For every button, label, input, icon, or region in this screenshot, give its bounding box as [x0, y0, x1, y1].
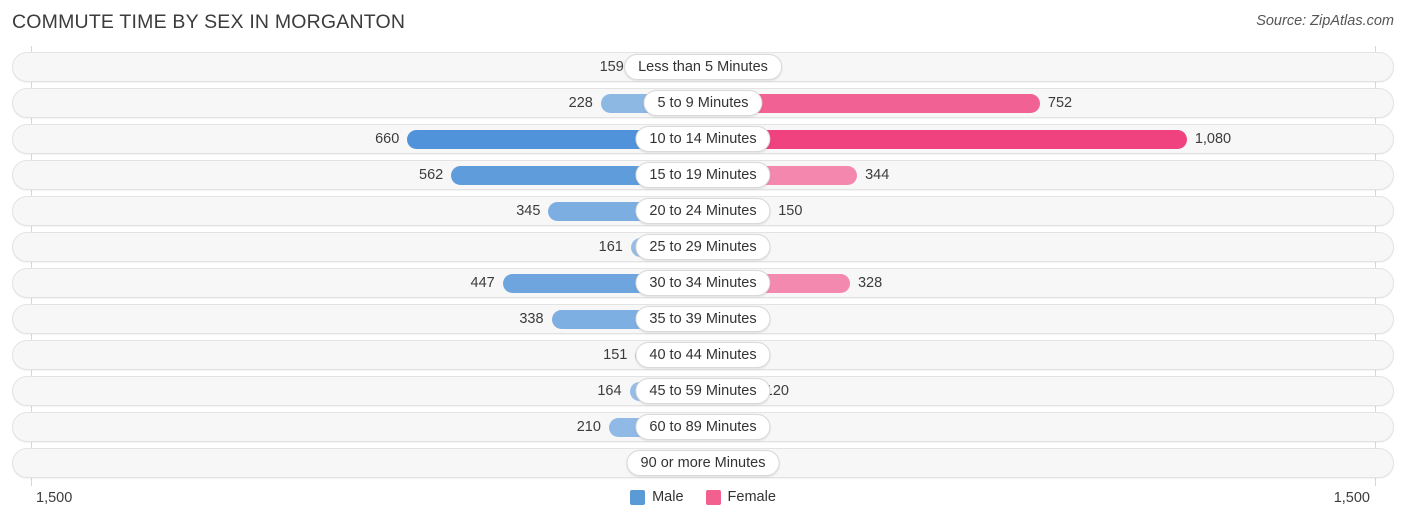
chart-legend: Male Female — [0, 489, 1406, 505]
table-row[interactable]: 345 150 20 to 24 Minutes — [12, 196, 1394, 226]
bar-value-male: 228 — [568, 95, 593, 111]
table-row[interactable]: 3387035 to 39 Minutes — [12, 304, 1394, 334]
category-label[interactable]: 25 to 29 Minutes — [635, 234, 771, 260]
bar-value-male: 159 — [599, 59, 624, 75]
source-attribution: Source: ZipAtlas.com — [1256, 13, 1394, 29]
bar-value-female: 120 — [764, 383, 789, 399]
table-row[interactable]: 660 1,080 10 to 14 Minutes — [12, 124, 1394, 154]
legend-item-male[interactable]: Male — [630, 489, 684, 505]
legend-label-female: Female — [727, 489, 776, 505]
bar-value-male: 338 — [519, 311, 544, 327]
table-row[interactable]: 164 120 45 to 59 Minutes — [12, 376, 1394, 406]
bar-value-female: 150 — [778, 203, 803, 219]
bar-female[interactable] — [703, 130, 1187, 149]
legend-swatch-male-icon — [630, 489, 646, 505]
bar-value-female: 1,080 — [1194, 131, 1232, 147]
chart-page: COMMUTE TIME BY SEX IN MORGANTON Source:… — [0, 0, 1406, 523]
category-label[interactable]: 5 to 9 Minutes — [643, 90, 763, 116]
category-label[interactable]: 40 to 44 Minutes — [635, 342, 771, 368]
bar-value-male: 660 — [375, 131, 400, 147]
category-label[interactable]: 90 or more Minutes — [626, 450, 780, 476]
category-label[interactable]: 15 to 19 Minutes — [635, 162, 771, 188]
category-label[interactable]: 35 to 39 Minutes — [635, 306, 771, 332]
bar-value-male: 151 — [603, 347, 628, 363]
table-row[interactable]: 2108260 to 89 Minutes — [12, 412, 1394, 442]
chart-footer: 1,500 1,500 Male Female — [0, 486, 1406, 523]
bar-value-male: 210 — [576, 419, 601, 435]
bar-value-male: 562 — [419, 167, 444, 183]
bar-value-male: 164 — [597, 383, 622, 399]
bar-value-male: 345 — [516, 203, 541, 219]
bar-value-female: 344 — [865, 167, 890, 183]
table-row[interactable]: 1515840 to 44 Minutes — [12, 340, 1394, 370]
category-label[interactable]: 20 to 24 Minutes — [635, 198, 771, 224]
category-label[interactable]: Less than 5 Minutes — [624, 54, 782, 80]
bar-value-male: 161 — [598, 239, 623, 255]
legend-item-female[interactable]: Female — [705, 489, 776, 505]
table-row[interactable]: 1617825 to 29 Minutes — [12, 232, 1394, 262]
page-title: COMMUTE TIME BY SEX IN MORGANTON — [12, 11, 406, 33]
category-label[interactable]: 60 to 89 Minutes — [635, 414, 771, 440]
bar-value-female: 752 — [1047, 95, 1073, 111]
category-label[interactable]: 10 to 14 Minutes — [635, 126, 771, 152]
category-label[interactable]: 45 to 59 Minutes — [635, 378, 771, 404]
chart-header: COMMUTE TIME BY SEX IN MORGANTON Source:… — [0, 0, 1406, 46]
bar-value-female: 328 — [857, 275, 883, 291]
legend-label-male: Male — [652, 489, 684, 505]
table-row[interactable]: 228 752 5 to 9 Minutes — [12, 88, 1394, 118]
category-label[interactable]: 30 to 34 Minutes — [635, 270, 771, 296]
table-row[interactable]: 562 344 15 to 19 Minutes — [12, 160, 1394, 190]
table-row[interactable]: 447 328 30 to 34 Minutes — [12, 268, 1394, 298]
table-row[interactable]: 15989Less than 5 Minutes — [12, 52, 1394, 82]
table-row[interactable]: 341890 or more Minutes — [12, 448, 1394, 478]
bar-value-male: 447 — [470, 275, 495, 291]
chart-plot-area: 15989Less than 5 Minutes 228 752 5 to 9 Min… — [0, 46, 1406, 486]
legend-swatch-female-icon — [705, 489, 721, 505]
